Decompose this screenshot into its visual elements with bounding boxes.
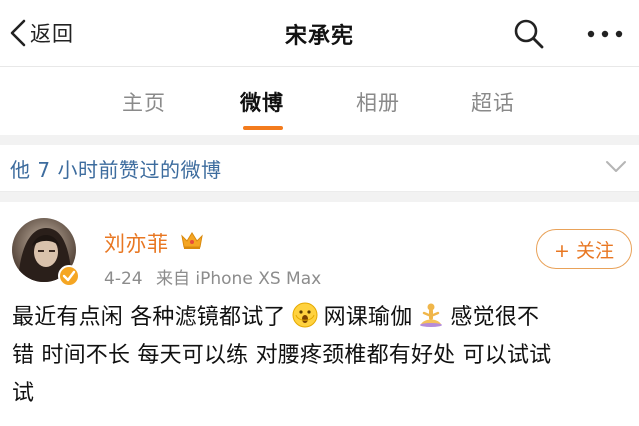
recent-likes-row[interactable]: 他 7 小时前赞过的微博 xyxy=(0,145,639,192)
recent-likes-text: 他 7 小时前赞过的微博 xyxy=(10,158,222,182)
tab-weibo[interactable]: 微博 xyxy=(240,87,284,117)
post-text-segment: 感觉很不 xyxy=(450,305,540,330)
post-source: 来自 iPhone XS Max xyxy=(156,269,322,289)
active-tab-indicator xyxy=(243,126,283,130)
search-icon[interactable] xyxy=(512,17,546,51)
post-text-segment: 网课瑜伽 xyxy=(323,305,413,330)
tab-super-topic[interactable]: 超话 xyxy=(471,87,515,117)
profile-tabs: 主页 微博 相册 超话 xyxy=(0,67,639,135)
chevron-down-icon xyxy=(604,157,628,181)
post-text-segment: 试 xyxy=(12,381,35,406)
surprised-face-emoji-icon xyxy=(292,302,318,328)
yoga-person-emoji-icon xyxy=(418,302,444,328)
section-divider xyxy=(0,192,639,202)
post-text-segment: 错 时间不长 每天可以练 对腰疼颈椎都有好处 可以试试 xyxy=(12,343,552,368)
tab-album[interactable]: 相册 xyxy=(356,87,400,117)
post-meta: 4-24 来自 iPhone XS Max xyxy=(104,264,321,289)
post-username[interactable]: 刘亦菲 xyxy=(104,228,169,258)
tab-home[interactable]: 主页 xyxy=(122,87,166,117)
more-options-icon[interactable] xyxy=(585,24,625,44)
verified-badge-icon xyxy=(58,265,80,287)
post-date: 4-24 xyxy=(104,269,143,289)
top-nav-bar: 返回 宋承宪 xyxy=(0,0,639,67)
post-text-segment: 最近有点闲 各种滤镜都试了 xyxy=(12,305,286,330)
section-divider xyxy=(0,135,639,145)
post-body: 最近有点闲 各种滤镜都试了 网课瑜伽 感觉很不 错 时间不长 每天可以练 对腰疼颈椎… xyxy=(12,299,634,413)
crown-icon xyxy=(180,229,204,251)
follow-button[interactable]: + 关注 xyxy=(536,229,632,269)
